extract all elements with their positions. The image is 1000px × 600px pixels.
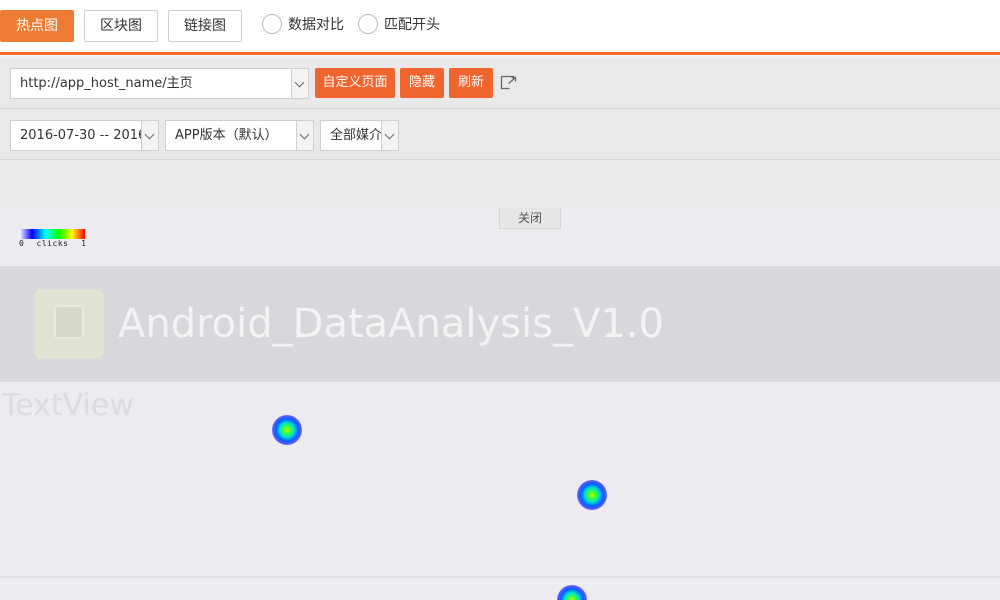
radio-circle-icon[interactable] <box>262 14 282 34</box>
hide-button[interactable]: 隐藏 <box>400 68 444 98</box>
tab-link-map[interactable]: 链接图 <box>168 10 242 42</box>
date-range-value: 2016-07-30 -- 2016- <box>20 128 151 143</box>
heatmap-canvas: 关闭 0 clicks 1 Android_DataAnalysis_V1.0 … <box>0 208 1000 600</box>
page-url-value: http://app_host_name/主页 <box>20 76 193 91</box>
refresh-button[interactable]: 刷新 <box>449 68 493 98</box>
tab-block-map[interactable]: 区块图 <box>84 10 158 42</box>
heatmap-hotspot[interactable] <box>272 415 302 445</box>
data-compare-radio[interactable]: 数据对比 <box>262 13 344 35</box>
data-compare-label: 数据对比 <box>288 17 344 33</box>
app-version-value: APP版本（默认） <box>175 128 278 143</box>
custom-page-button[interactable]: 自定义页面 <box>315 68 395 98</box>
row-divider <box>0 108 1000 109</box>
heatmap-hotspot[interactable] <box>577 480 607 510</box>
app-version-select[interactable]: APP版本（默认） <box>165 120 314 151</box>
legend-gradient <box>19 229 85 239</box>
legend-label: clicks <box>36 239 69 248</box>
close-button[interactable]: 关闭 <box>499 208 561 229</box>
app-title: Android_DataAnalysis_V1.0 <box>118 301 664 347</box>
chevron-down-icon[interactable] <box>381 121 398 150</box>
external-link-icon[interactable] <box>500 73 517 90</box>
textview-label: TextView <box>2 388 134 423</box>
match-prefix-radio[interactable]: 匹配开头 <box>358 13 440 35</box>
date-range-select[interactable]: 2016-07-30 -- 2016- <box>10 120 159 151</box>
app-screenshot-header: Android_DataAnalysis_V1.0 <box>0 266 1000 382</box>
content-divider <box>0 576 1000 578</box>
tab-heatmap[interactable]: 热点图 <box>0 10 74 42</box>
android-app-icon <box>34 289 104 359</box>
row-divider <box>0 159 1000 160</box>
chevron-down-icon[interactable] <box>291 69 308 98</box>
heatmap-hotspot[interactable] <box>557 585 587 600</box>
match-prefix-label: 匹配开头 <box>384 17 440 33</box>
media-select[interactable]: 全部媒介 <box>320 120 399 151</box>
radio-circle-icon[interactable] <box>358 14 378 34</box>
legend-max: 1 <box>81 239 86 248</box>
chevron-down-icon[interactable] <box>296 121 313 150</box>
legend-min: 0 <box>19 239 24 248</box>
top-toolbar: 热点图 区块图 链接图 数据对比 匹配开头 <box>0 0 1000 52</box>
heatmap-legend: 0 clicks 1 <box>19 229 86 249</box>
chevron-down-icon[interactable] <box>141 121 158 150</box>
page-url-select[interactable]: http://app_host_name/主页 <box>10 68 309 99</box>
